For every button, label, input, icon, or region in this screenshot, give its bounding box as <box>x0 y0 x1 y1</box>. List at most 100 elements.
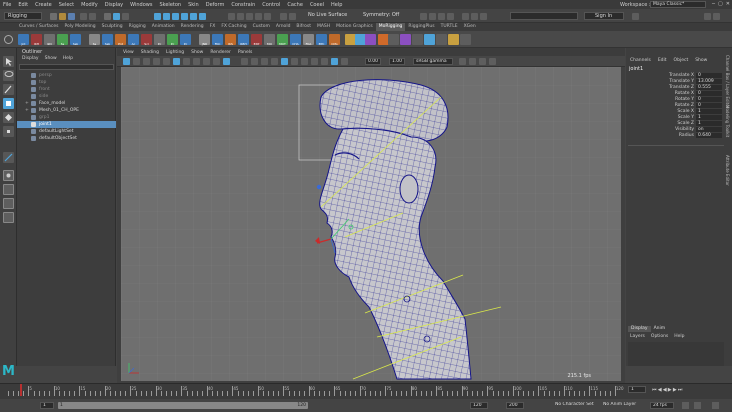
layout-single-icon[interactable] <box>3 170 14 181</box>
open-scene-icon[interactable] <box>59 12 66 20</box>
shelf-button[interactable]: FKC <box>212 34 223 46</box>
snap-view-icon[interactable] <box>255 12 262 20</box>
anim-layer-selector[interactable]: No Anim Layer <box>601 402 643 409</box>
shelf-button[interactable]: Pnt <box>115 34 126 46</box>
channel-value[interactable]: 1 <box>696 115 722 120</box>
select-tool-icon[interactable] <box>3 56 14 67</box>
expand-icon[interactable]: + <box>25 107 29 114</box>
select-hierarchy-icon[interactable] <box>104 12 111 20</box>
shelf-button[interactable]: Ssb <box>102 34 113 46</box>
save-scene-icon[interactable] <box>68 12 75 20</box>
rotate-tool-icon[interactable] <box>3 112 14 123</box>
viewport-scene[interactable]: 215.1 fps <box>121 67 621 381</box>
menu-display[interactable]: Display <box>105 2 123 8</box>
ear-mesh[interactable] <box>399 174 419 204</box>
range-start-field[interactable]: 1 <box>40 402 54 409</box>
menu-windows[interactable]: Windows <box>130 2 152 8</box>
viewport-toolbar-icon[interactable] <box>281 58 288 65</box>
snap-point-icon[interactable] <box>246 12 253 20</box>
shelf-tab-turtle[interactable]: TURTLE <box>438 23 461 31</box>
channel-value[interactable]: 13.009 <box>696 79 722 84</box>
shelf-button[interactable]: Scl <box>141 34 152 46</box>
menu-modify[interactable]: Modify <box>81 2 98 8</box>
menu-edit[interactable]: Edit <box>18 2 28 8</box>
shelf-button[interactable]: Jnt <box>18 34 29 46</box>
side-tab[interactable]: Attribute Editor <box>725 155 730 186</box>
shelf-tool-icon[interactable] <box>400 34 411 45</box>
outliner-menu-help[interactable]: Help <box>63 56 73 61</box>
last-tool-icon[interactable] <box>3 152 14 163</box>
auto-key-icon[interactable] <box>682 402 689 409</box>
viewport-toolbar-icon[interactable] <box>213 58 220 65</box>
menu-create[interactable]: Create <box>35 2 52 8</box>
lasso-tool-icon[interactable] <box>3 70 14 81</box>
channel-value[interactable]: 0 <box>696 91 722 96</box>
toggle-panel-icon-2[interactable] <box>713 12 720 20</box>
side-tab[interactable]: Channel Box / Layer Editor <box>725 55 730 108</box>
channel-value[interactable]: 1 <box>696 121 722 126</box>
channel-value[interactable]: 0 <box>696 97 722 102</box>
range-slider[interactable]: 1 120 <box>58 402 308 409</box>
gamma-field[interactable]: 1.00 <box>389 58 405 65</box>
shelf-tool-icon[interactable] <box>448 34 459 45</box>
mask-icon[interactable] <box>154 12 161 20</box>
viewport-toolbar-icon[interactable] <box>301 58 308 65</box>
symmetry-field[interactable]: Symmetry: Off <box>360 12 410 20</box>
shelf-tool-icon[interactable] <box>424 34 435 45</box>
channel-value[interactable]: 0.640 <box>696 133 722 138</box>
viewport-toolbar-icon[interactable] <box>133 58 140 65</box>
shelf-tab-xgen[interactable]: XGen <box>461 23 479 31</box>
menu-coeel[interactable]: Coeel <box>310 2 324 8</box>
window-buttons[interactable]: ─▢✕ <box>712 1 732 7</box>
viewport-toolbar-icon[interactable] <box>153 58 160 65</box>
viewport-toolbar-icon[interactable] <box>479 58 486 65</box>
layer-menu-options[interactable]: Options <box>651 334 668 339</box>
shelf-button[interactable]: CHA <box>290 34 301 46</box>
ipr-icon[interactable] <box>429 12 436 20</box>
shelf-tab-custom[interactable]: Custom <box>250 23 273 31</box>
shelf-button[interactable]: EPC <box>316 34 327 46</box>
mask-icon-2[interactable] <box>163 12 170 20</box>
undo-icon[interactable] <box>80 12 87 20</box>
side-tab[interactable]: Modeling Toolkit <box>725 105 730 137</box>
channel-box-menu-object[interactable]: Object <box>674 58 689 63</box>
viewport-toolbar-icon[interactable] <box>241 58 248 65</box>
paint-tool-icon[interactable] <box>3 84 14 95</box>
preferences-icon[interactable] <box>694 402 701 409</box>
viewport-menu-show[interactable]: Show <box>191 50 203 55</box>
shelf-button[interactable]: Pc <box>180 34 191 46</box>
shelf-button[interactable]: CMo <box>329 34 340 46</box>
viewport-toolbar-icon[interactable] <box>459 58 466 65</box>
toggle-panel-icon[interactable] <box>704 12 711 20</box>
select-component-icon[interactable] <box>122 12 129 20</box>
channel-box-menu-channels[interactable]: Channels <box>630 58 651 63</box>
menu-select[interactable]: Select <box>59 2 74 8</box>
playback-controls[interactable]: ⏮◀◀▶▶⏭ <box>652 387 684 393</box>
shelf-tool-icon[interactable] <box>365 34 376 45</box>
shelf-button[interactable]: Ssb <box>70 34 81 46</box>
outliner-item[interactable]: persp <box>17 72 116 79</box>
shelf-tool-icon[interactable] <box>460 34 471 45</box>
shelf-tool-icon[interactable] <box>412 34 423 45</box>
layer-menu-help[interactable]: Help <box>674 334 684 339</box>
shelf-tab-morigging[interactable]: MoRigging <box>375 23 406 31</box>
shelf-tab-fx[interactable]: FX <box>207 23 219 31</box>
mask-icon-3[interactable] <box>172 12 179 20</box>
shelf-tab-rendering[interactable]: Rendering <box>178 23 207 31</box>
toggle-icon-2[interactable] <box>471 12 478 20</box>
toggle-icon[interactable] <box>462 12 469 20</box>
snap-grid-icon[interactable] <box>228 12 235 20</box>
mask-icon-5[interactable] <box>190 12 197 20</box>
shelf-button[interactable]: FKA <box>303 34 314 46</box>
channel-value[interactable]: 0 <box>696 103 722 108</box>
render-frame-icon[interactable] <box>420 12 427 20</box>
viewport-toolbar-icon[interactable] <box>163 58 170 65</box>
outliner-item[interactable]: front <box>17 86 116 93</box>
viewport-toolbar-icon[interactable] <box>223 58 230 65</box>
viewport-toolbar-icon[interactable] <box>261 58 268 65</box>
mode-selector[interactable]: Rigging <box>4 12 42 20</box>
channel-value[interactable]: 0 <box>696 73 722 78</box>
mask-icon-6[interactable] <box>199 12 206 20</box>
select-object-icon[interactable] <box>113 12 120 20</box>
shelf-tab-poly-modeling[interactable]: Poly Modeling <box>62 23 99 31</box>
